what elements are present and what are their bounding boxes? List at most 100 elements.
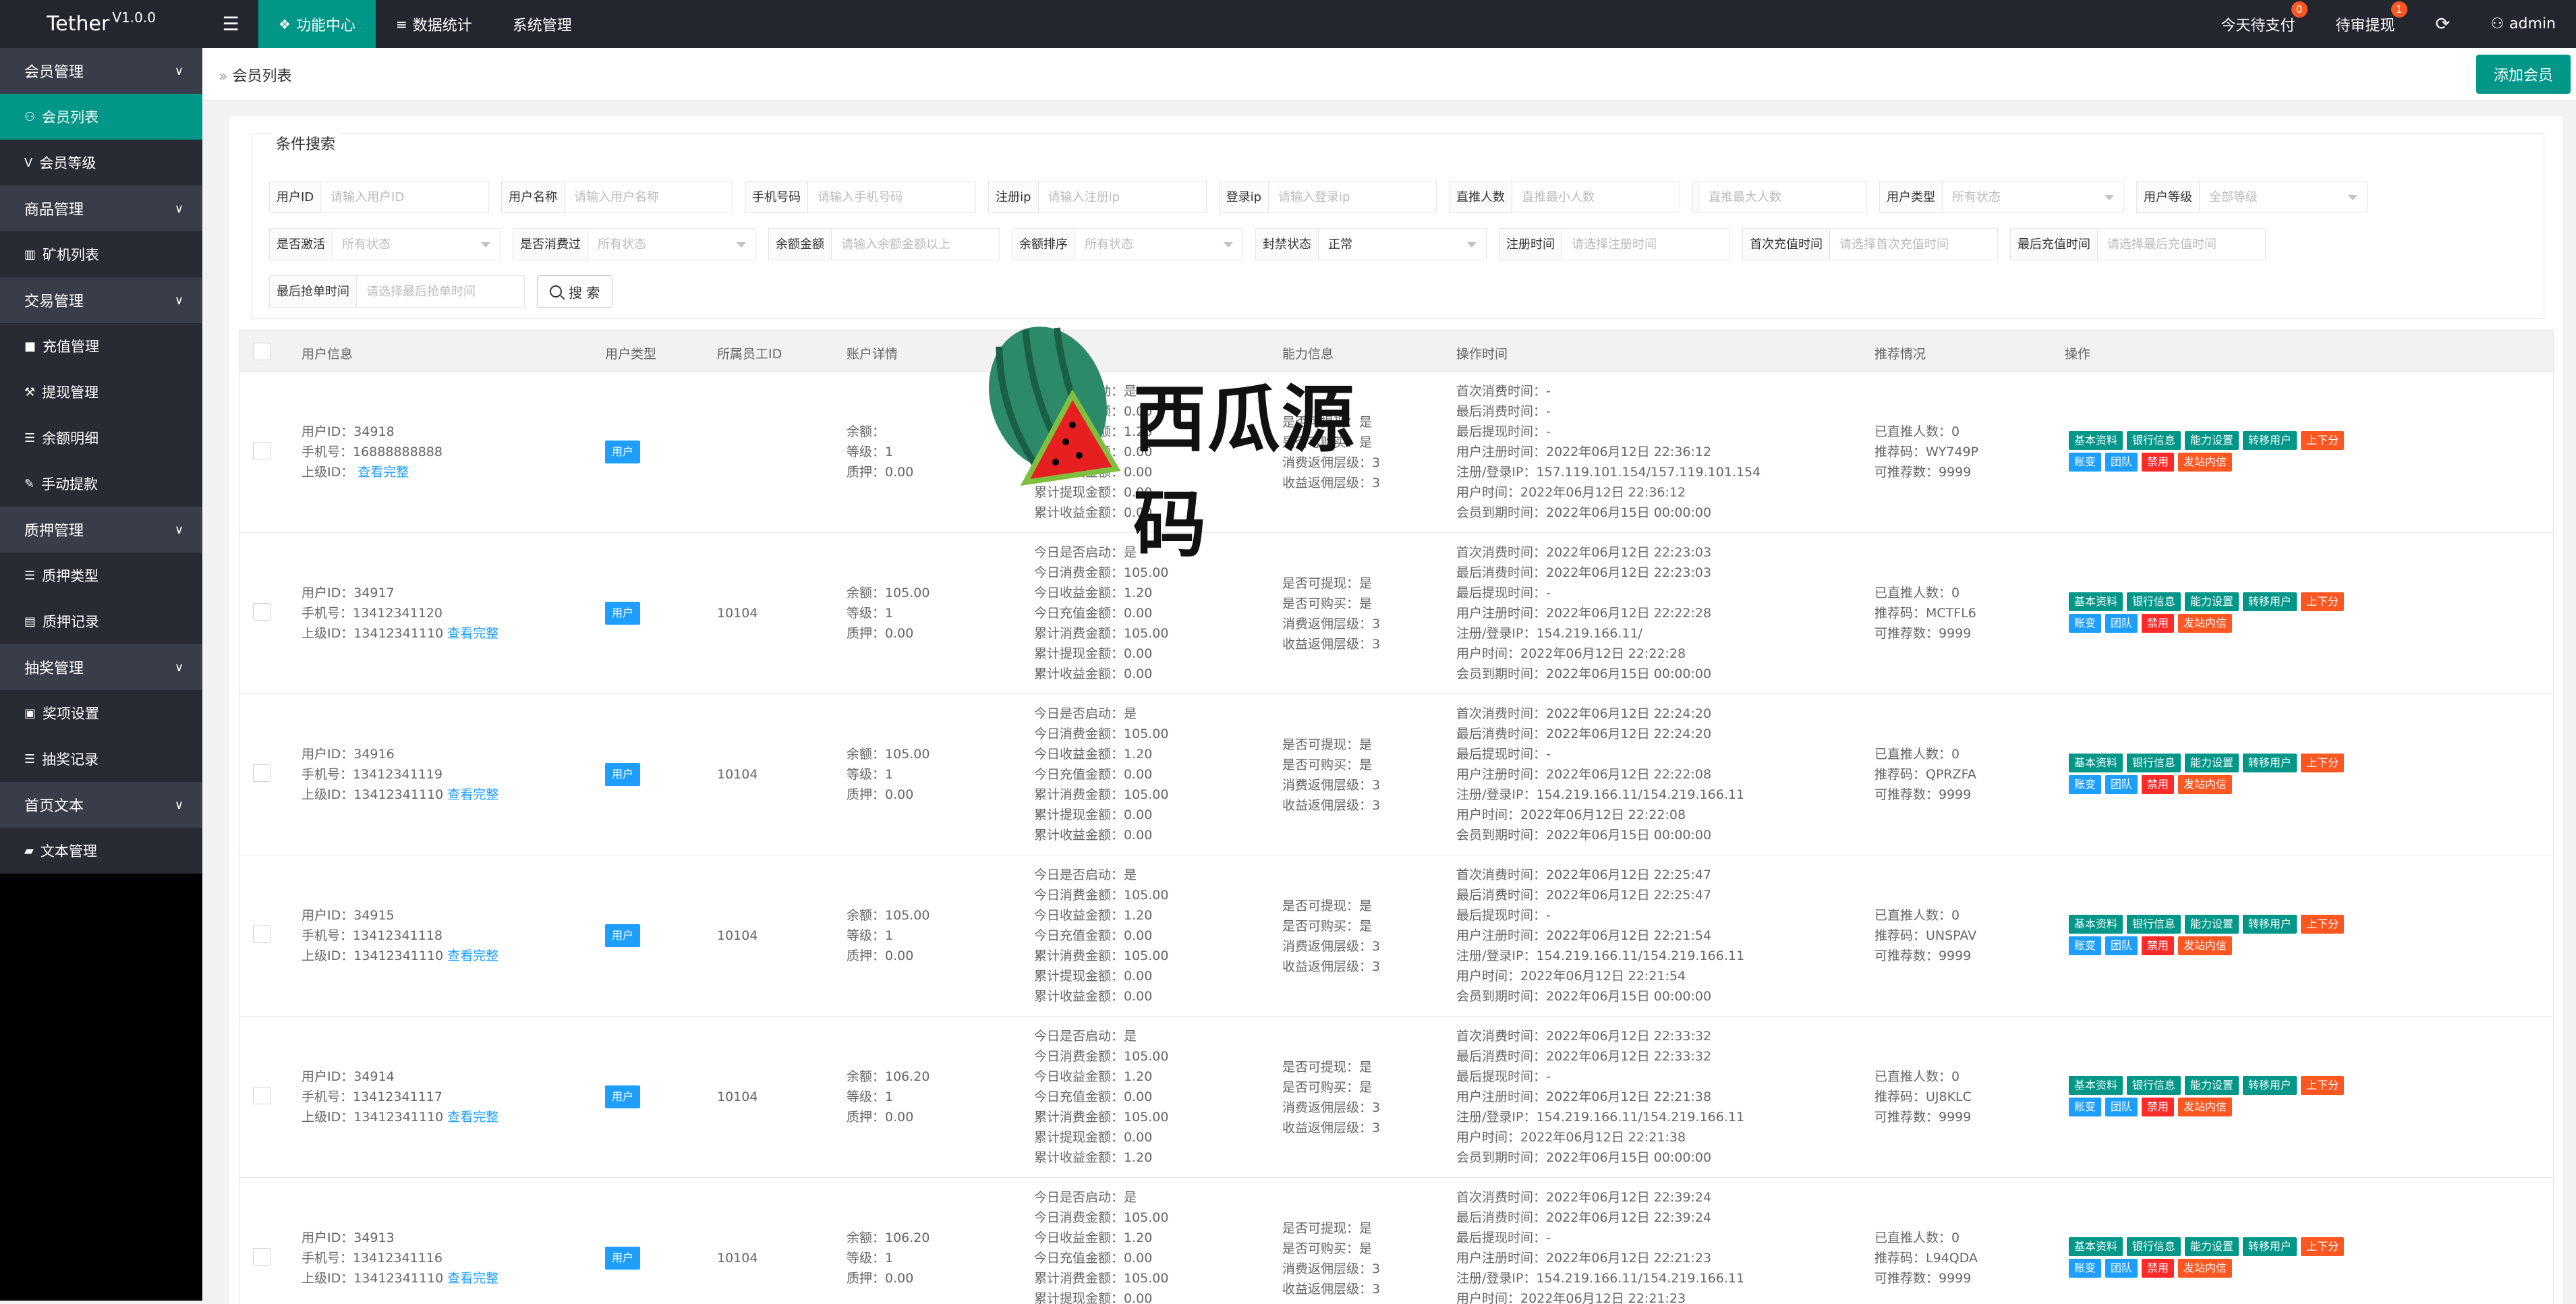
action-button[interactable]: 发站内信 (2178, 775, 2232, 794)
sidebar-item-4[interactable]: ▥矿机列表 (0, 231, 202, 277)
app-logo[interactable]: TetherV1.0.0 (0, 0, 202, 48)
action-button[interactable]: 能力设置 (2185, 1076, 2239, 1095)
action-button[interactable]: 能力设置 (2185, 1237, 2239, 1256)
search-button[interactable]: 搜 索 (537, 275, 612, 308)
search-input[interactable]: 直推最小人数 (1512, 181, 1680, 213)
action-button[interactable]: 发站内信 (2178, 1098, 2232, 1116)
action-button[interactable]: 团队 (2105, 453, 2138, 472)
action-button[interactable]: 账变 (2069, 614, 2101, 633)
action-button[interactable]: 发站内信 (2178, 936, 2232, 955)
sidebar-group-16[interactable]: 首页文本∨ (0, 782, 202, 828)
search-input[interactable]: 请选择注册时间 (1562, 228, 1730, 260)
action-button[interactable]: 基本资料 (2069, 431, 2123, 450)
action-button[interactable]: 禁用 (2142, 453, 2174, 472)
sidebar-group-3[interactable]: 商品管理∨ (0, 186, 202, 231)
action-button[interactable]: 团队 (2105, 1259, 2138, 1278)
view-full-link[interactable]: 查看完整 (357, 465, 409, 480)
sidebar-group-13[interactable]: 抽奖管理∨ (0, 644, 202, 690)
action-button[interactable]: 基本资料 (2069, 915, 2123, 934)
sidebar-item-12[interactable]: ▤质押记录 (0, 598, 202, 644)
sidebar-item-9[interactable]: ✎手动提款 (0, 461, 202, 507)
refresh-icon[interactable]: ⟳ (2415, 0, 2471, 48)
action-button[interactable]: 团队 (2105, 1098, 2138, 1116)
search-select[interactable]: 所有状态 (1942, 181, 2124, 213)
action-button[interactable]: 能力设置 (2185, 754, 2239, 772)
menu-toggle-icon[interactable]: ☰ (216, 0, 246, 48)
view-full-link[interactable]: 查看完整 (447, 626, 498, 641)
action-button[interactable]: 上下分 (2301, 1076, 2344, 1095)
search-input[interactable]: 请选择最后抢单时间 (356, 275, 525, 308)
search-input[interactable]: 请输入用户名称 (564, 181, 733, 213)
sidebar-item-15[interactable]: ☰抽奖记录 (0, 736, 202, 782)
action-button[interactable]: 转移用户 (2243, 1237, 2297, 1256)
search-input[interactable]: 请输入注册ip (1038, 181, 1207, 213)
sidebar-item-17[interactable]: ▰文本管理 (0, 828, 202, 874)
action-button[interactable]: 发站内信 (2178, 1259, 2232, 1278)
action-button[interactable]: 禁用 (2142, 775, 2174, 794)
sidebar-item-8[interactable]: ☰余额明细 (0, 415, 202, 461)
sidebar-group-0[interactable]: 会员管理∨ (0, 48, 202, 94)
action-button[interactable]: 转移用户 (2243, 915, 2297, 934)
action-button[interactable]: 能力设置 (2185, 915, 2239, 934)
action-button[interactable]: 基本资料 (2069, 592, 2123, 611)
action-button[interactable]: 银行信息 (2127, 1237, 2181, 1256)
sidebar-group-10[interactable]: 质押管理∨ (0, 507, 202, 552)
action-button[interactable]: 基本资料 (2069, 1076, 2123, 1095)
action-button[interactable]: 上下分 (2301, 592, 2344, 611)
view-full-link[interactable]: 查看完整 (447, 787, 498, 802)
sidebar-item-2[interactable]: V会员等级 (0, 140, 202, 186)
top-nav-tab-0[interactable]: ❖功能中心 (258, 0, 376, 48)
action-button[interactable]: 禁用 (2142, 936, 2174, 955)
action-button[interactable]: 上下分 (2301, 1237, 2344, 1256)
action-button[interactable]: 银行信息 (2127, 592, 2181, 611)
search-input[interactable]: 请输入手机号码 (807, 181, 976, 213)
action-button[interactable]: 银行信息 (2127, 1076, 2181, 1095)
action-button[interactable]: 银行信息 (2127, 915, 2181, 934)
search-select[interactable]: 所有状态 (588, 228, 756, 260)
action-button[interactable]: 发站内信 (2178, 614, 2232, 633)
sidebar-item-11[interactable]: ☰质押类型 (0, 552, 202, 598)
view-full-link[interactable]: 查看完整 (447, 948, 498, 963)
action-button[interactable]: 账变 (2069, 1259, 2101, 1278)
search-select[interactable]: 所有状态 (332, 228, 500, 260)
add-member-button[interactable]: 添加会员 (2476, 55, 2571, 94)
action-button[interactable]: 银行信息 (2127, 754, 2181, 772)
sidebar-item-6[interactable]: ■充值管理 (0, 323, 202, 369)
search-select[interactable]: 正常 (1318, 228, 1487, 260)
row-checkbox[interactable] (253, 926, 270, 943)
select-all-checkbox[interactable] (253, 343, 270, 360)
row-checkbox[interactable] (253, 764, 270, 782)
action-button[interactable]: 基本资料 (2069, 1237, 2123, 1256)
row-checkbox[interactable] (253, 603, 270, 621)
action-button[interactable]: 转移用户 (2243, 431, 2297, 450)
pending-pay-button[interactable]: 今天待支付 0 (2201, 0, 2316, 48)
sidebar-group-5[interactable]: 交易管理∨ (0, 277, 202, 323)
row-checkbox[interactable] (253, 1087, 270, 1104)
action-button[interactable]: 基本资料 (2069, 754, 2123, 772)
action-button[interactable]: 能力设置 (2185, 431, 2239, 450)
sidebar-item-14[interactable]: ▣奖项设置 (0, 690, 202, 736)
user-menu[interactable]: ⚇ admin (2470, 0, 2576, 48)
action-button[interactable]: 上下分 (2301, 915, 2344, 934)
action-button[interactable]: 银行信息 (2127, 431, 2181, 450)
action-button[interactable]: 账变 (2069, 453, 2101, 472)
action-button[interactable]: 禁用 (2142, 1259, 2174, 1278)
action-button[interactable]: 账变 (2069, 1098, 2101, 1116)
search-input[interactable]: 请选择最后充值时间 (2097, 228, 2266, 260)
search-input[interactable]: 请输入余额金额以上 (831, 228, 1000, 260)
action-button[interactable]: 账变 (2069, 775, 2101, 794)
pending-withdraw-button[interactable]: 待审提现 1 (2316, 0, 2415, 48)
action-button[interactable]: 团队 (2105, 775, 2138, 794)
action-button[interactable]: 转移用户 (2243, 1076, 2297, 1095)
action-button[interactable]: 账变 (2069, 936, 2101, 955)
action-button[interactable]: 禁用 (2142, 1098, 2174, 1116)
view-full-link[interactable]: 查看完整 (447, 1110, 498, 1125)
action-button[interactable]: 能力设置 (2185, 592, 2239, 611)
search-input[interactable]: 请输入登录ip (1268, 181, 1437, 213)
top-nav-tab-2[interactable]: 系统管理 (492, 0, 592, 48)
action-button[interactable]: 转移用户 (2243, 754, 2297, 772)
top-nav-tab-1[interactable]: ≡数据统计 (376, 0, 492, 48)
view-full-link[interactable]: 查看完整 (447, 1271, 498, 1286)
action-button[interactable]: 发站内信 (2178, 453, 2232, 472)
search-select[interactable]: 全部等级 (2199, 181, 2368, 213)
